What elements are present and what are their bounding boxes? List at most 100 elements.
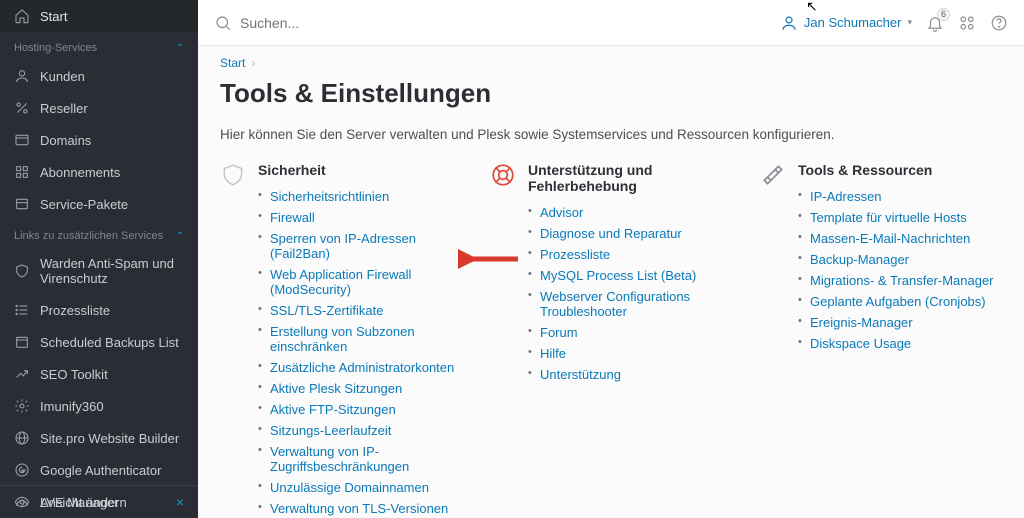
settings-link[interactable]: Forum xyxy=(540,325,578,340)
sidebar-item-label: Site.pro Website Builder xyxy=(40,431,179,446)
settings-link[interactable]: Diagnose und Reparatur xyxy=(540,226,682,241)
tools-links: IP-Adressen Template für virtuelle Hosts M… xyxy=(798,186,1002,354)
settings-link[interactable]: Migrations- & Transfer-Manager xyxy=(810,273,994,288)
settings-link[interactable]: Erstellung von Subzonen einschränken xyxy=(270,324,415,354)
chevron-right-icon: › xyxy=(251,56,255,70)
settings-link[interactable]: Sicherheitsrichtlinien xyxy=(270,189,389,204)
settings-link[interactable]: Hilfe xyxy=(540,346,566,361)
group-tools: Tools & Ressourcen IP-Adressen Template f… xyxy=(760,162,1002,354)
gear-icon xyxy=(14,398,30,414)
eye-icon xyxy=(14,494,30,510)
sidebar-section-hosting[interactable]: Hosting-Services ⌃ xyxy=(0,32,198,60)
shield-icon xyxy=(220,162,246,518)
settings-link[interactable]: Verwaltung von IP-Zugriffsbeschränkungen xyxy=(270,444,409,474)
security-links: Sicherheitsrichtlinien Firewall Sperren vo… xyxy=(258,186,462,518)
search-input-wrap[interactable] xyxy=(214,14,766,32)
sidebar-item-label: Abonnements xyxy=(40,165,120,180)
settings-link[interactable]: Webserver Configurations Troubleshooter xyxy=(540,289,690,319)
sidebar-item-label: Ansicht ändern xyxy=(40,495,127,510)
settings-link[interactable]: Sperren von IP-Adressen (Fail2Ban) xyxy=(270,231,416,261)
list-icon xyxy=(14,302,30,318)
package-icon xyxy=(14,196,30,212)
topbar: Jan Schumacher ▾ 6 xyxy=(198,0,1024,46)
globe-icon xyxy=(14,430,30,446)
user-name: Jan Schumacher xyxy=(804,15,902,30)
sidebar-item-label: Kunden xyxy=(40,69,85,84)
sidebar-item-label: Imunify360 xyxy=(40,399,104,414)
search-icon xyxy=(214,14,232,32)
sidebar-item-change-view[interactable]: Ansicht ändern × xyxy=(0,485,198,518)
settings-link[interactable]: Zusätzliche Administratorkonten xyxy=(270,360,454,375)
sidebar-section-extras[interactable]: Links zu zusätzlichen Services ⌃ xyxy=(0,220,198,248)
sidebar-item-start[interactable]: Start xyxy=(0,0,198,32)
settings-link[interactable]: Verwaltung von TLS-Versionen und -Versch… xyxy=(270,501,448,518)
sidebar-item-label: Prozessliste xyxy=(40,303,110,318)
notification-count-badge: 6 xyxy=(937,8,950,21)
sidebar-item-domains[interactable]: Domains xyxy=(0,124,198,156)
help-icon[interactable] xyxy=(990,14,1008,32)
trend-icon xyxy=(14,366,30,382)
group-title: Tools & Ressourcen xyxy=(798,162,1002,178)
window-icon xyxy=(14,132,30,148)
sidebar-item-service-pakete[interactable]: Service-Pakete xyxy=(0,188,198,220)
sidebar-item-reseller[interactable]: Reseller xyxy=(0,92,198,124)
group-support: Unterstützung und Fehlerbehebung Advisor… xyxy=(490,162,732,385)
sidebar-item-abonnements[interactable]: Abonnements xyxy=(0,156,198,188)
user-menu[interactable]: Jan Schumacher ▾ xyxy=(780,14,912,32)
page-title: Tools & Einstellungen xyxy=(220,78,1002,109)
settings-link[interactable]: Ereignis-Manager xyxy=(810,315,913,330)
settings-link[interactable]: Template für virtuelle Hosts xyxy=(810,210,967,225)
settings-link[interactable]: Aktive Plesk Sitzungen xyxy=(270,381,402,396)
chevron-down-icon: ▾ xyxy=(907,17,912,28)
sidebar: Start Hosting-Services ⌃ Kunden Reseller… xyxy=(0,0,198,518)
main-content: Start › Tools & Einstellungen Hier könne… xyxy=(198,46,1024,518)
sidebar-item-seo[interactable]: SEO Toolkit xyxy=(0,358,198,390)
sidebar-item-gauth[interactable]: Google Authenticator xyxy=(0,454,198,486)
sidebar-item-prozessliste[interactable]: Prozessliste xyxy=(0,294,198,326)
settings-link[interactable]: SSL/TLS-Zertifikate xyxy=(270,303,383,318)
settings-link[interactable]: Sitzungs-Leerlaufzeit xyxy=(270,423,391,438)
chevron-up-icon: ⌃ xyxy=(176,231,184,242)
breadcrumb-home[interactable]: Start xyxy=(220,56,245,70)
sidebar-item-label: Service-Pakete xyxy=(40,197,128,212)
sidebar-item-backups[interactable]: Scheduled Backups List xyxy=(0,326,198,358)
tools-icon xyxy=(760,162,786,354)
sidebar-item-sitepro[interactable]: Site.pro Website Builder xyxy=(0,422,198,454)
settings-link[interactable]: Advisor xyxy=(540,205,583,220)
settings-link[interactable]: Firewall xyxy=(270,210,315,225)
settings-link[interactable]: Massen-E-Mail-Nachrichten xyxy=(810,231,970,246)
sidebar-item-label: Start xyxy=(40,9,67,24)
chevron-up-icon: ⌃ xyxy=(176,43,184,54)
search-input[interactable] xyxy=(240,15,500,31)
sidebar-item-label: Domains xyxy=(40,133,91,148)
settings-link[interactable]: Backup-Manager xyxy=(810,252,909,267)
settings-link[interactable]: Unzulässige Domainnamen xyxy=(270,480,429,495)
bell-icon[interactable]: 6 xyxy=(926,14,944,32)
sidebar-item-label: Reseller xyxy=(40,101,88,116)
close-icon[interactable]: × xyxy=(176,494,184,510)
shield-icon xyxy=(14,263,30,279)
settings-link[interactable]: IP-Adressen xyxy=(810,189,882,204)
group-title: Sicherheit xyxy=(258,162,462,178)
sidebar-item-kunden[interactable]: Kunden xyxy=(0,60,198,92)
sidebar-item-warden[interactable]: Warden Anti-Spam und Virenschutz xyxy=(0,248,198,294)
sidebar-item-imunify[interactable]: Imunify360 xyxy=(0,390,198,422)
settings-link[interactable]: Aktive FTP-Sitzungen xyxy=(270,402,396,417)
breadcrumb: Start › xyxy=(220,56,1002,70)
settings-link[interactable]: Diskspace Usage xyxy=(810,336,911,351)
settings-link[interactable]: Geplante Aufgaben (Cronjobs) xyxy=(810,294,986,309)
sidebar-item-label: Scheduled Backups List xyxy=(40,335,179,350)
sidebar-item-label: Warden Anti-Spam und Virenschutz xyxy=(40,256,184,286)
page-intro: Hier können Sie den Server verwalten und… xyxy=(220,127,1002,142)
settings-link[interactable]: Web Application Firewall (ModSecurity) xyxy=(270,267,411,297)
percent-icon xyxy=(14,100,30,116)
lifebuoy-icon xyxy=(490,162,516,385)
extensions-icon[interactable] xyxy=(958,14,976,32)
settings-link[interactable]: Unterstützung xyxy=(540,367,621,382)
settings-link[interactable]: Prozessliste xyxy=(540,247,610,262)
group-title: Unterstützung und Fehlerbehebung xyxy=(528,162,732,194)
settings-link[interactable]: MySQL Process List (Beta) xyxy=(540,268,696,283)
sidebar-item-label: Google Authenticator xyxy=(40,463,161,478)
google-icon xyxy=(14,462,30,478)
user-icon xyxy=(14,68,30,84)
